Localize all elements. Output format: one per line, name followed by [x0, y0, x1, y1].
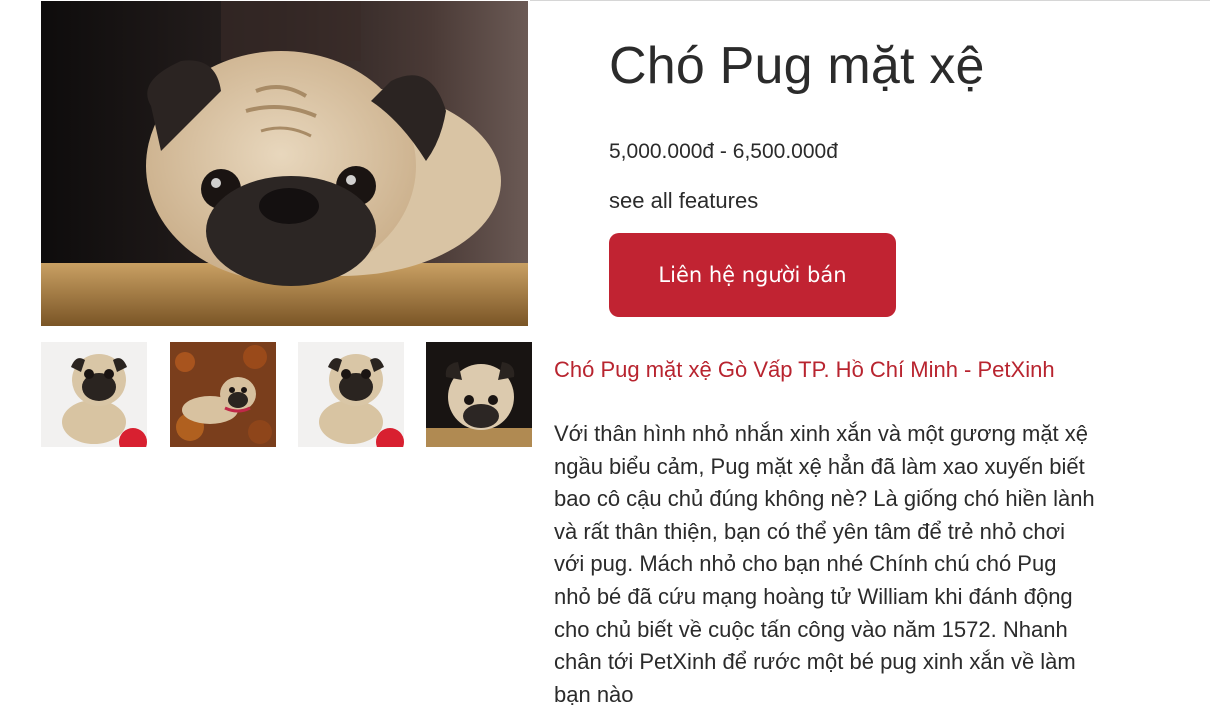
description-body: Với thân hình nhỏ nhắn xinh xắn và một g…: [554, 421, 1095, 707]
thumbnail-1[interactable]: [41, 342, 147, 447]
thumbnail-2[interactable]: [170, 342, 276, 447]
product-title: Chó Pug mặt xệ: [609, 37, 985, 95]
see-all-features-link[interactable]: see all features: [609, 188, 758, 214]
description-heading: Chó Pug mặt xệ Gò Vấp TP. Hồ Chí Minh - …: [554, 357, 1055, 382]
thumbnail-4[interactable]: [426, 342, 532, 447]
thumbnail-3[interactable]: [298, 342, 404, 447]
price-range: 5,000.000đ - 6,500.000đ: [609, 140, 838, 163]
top-divider: [530, 0, 1210, 1]
thumbnail-strip: [41, 342, 541, 448]
contact-seller-button[interactable]: Liên hệ người bán: [609, 233, 896, 317]
main-product-image[interactable]: [41, 1, 528, 326]
